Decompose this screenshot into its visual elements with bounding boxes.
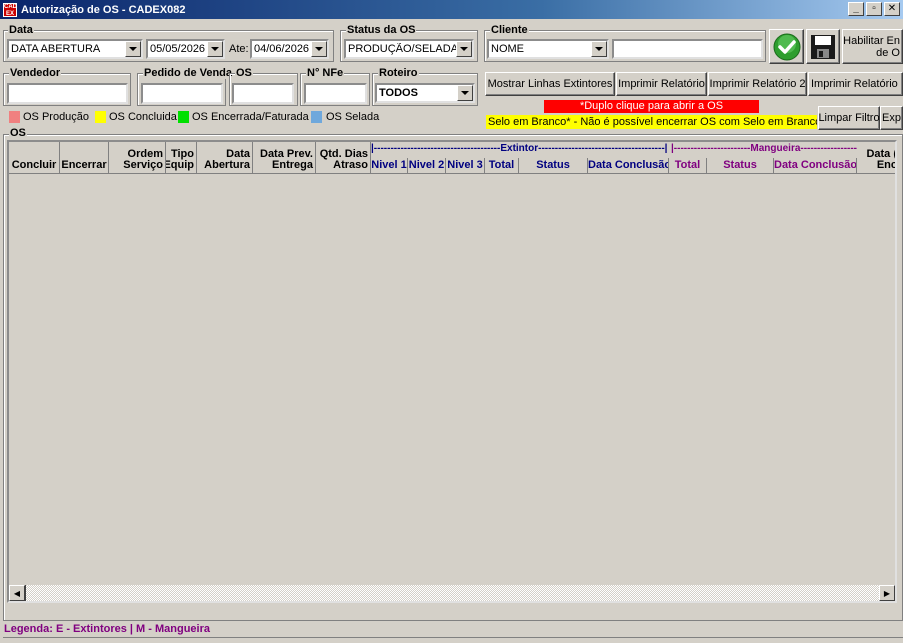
column-header[interactable]: Concluir bbox=[9, 142, 60, 173]
habilitar-button[interactable]: Habilitar En de O bbox=[842, 29, 903, 64]
scroll-right-button[interactable]: ▶ bbox=[879, 585, 895, 601]
pedido-input[interactable] bbox=[141, 83, 223, 104]
minimize-button[interactable]: _ bbox=[848, 2, 864, 16]
imprimir-relatorio-3-button[interactable]: Imprimir Relatório bbox=[808, 72, 903, 96]
extintor-column-header[interactable]: Total bbox=[485, 158, 519, 173]
column-header[interactable]: Qtd. Dias Atraso bbox=[316, 142, 371, 173]
column-header-line2: Equip bbox=[166, 159, 194, 171]
column-header-line2: Serviço bbox=[123, 159, 163, 171]
chevron-down-icon[interactable] bbox=[457, 85, 473, 101]
scroll-left-button[interactable]: ◀ bbox=[9, 585, 25, 601]
imprimir-relatorio-button[interactable]: Imprimir Relatório bbox=[616, 72, 707, 96]
roteiro-value: TODOS bbox=[379, 87, 418, 99]
extintor-column-header[interactable]: Nivel 1 bbox=[371, 158, 408, 173]
vendedor-input[interactable] bbox=[7, 83, 128, 104]
selo-notice: Selo em Branco* - Não é possível encerra… bbox=[486, 115, 817, 129]
column-header-line2: Entrega bbox=[272, 159, 313, 171]
habilitar-label: Habilitar En de O bbox=[843, 34, 900, 59]
exportar-button[interactable]: Exp bbox=[880, 106, 903, 130]
status-value: PRODUÇÃO/SELADA bbox=[348, 43, 456, 55]
scroll-thumb[interactable] bbox=[25, 585, 26, 601]
extintor-column-header[interactable]: Nivel 3 bbox=[446, 158, 485, 173]
os-grid-legend: OS bbox=[9, 127, 27, 139]
confirm-button[interactable] bbox=[769, 29, 804, 64]
chevron-down-icon[interactable] bbox=[207, 41, 223, 57]
window-title: Autorização de OS - CADEX082 bbox=[21, 3, 186, 16]
legend-swatch bbox=[178, 111, 189, 123]
footer-legenda: Legenda: E - Extintores | M - Mangueira bbox=[4, 623, 210, 635]
column-header-line2: Atraso bbox=[333, 159, 368, 171]
app-icon: CAD EX bbox=[3, 2, 17, 17]
column-header[interactable]: Data Abertura bbox=[197, 142, 253, 173]
date-to-label: Ate: bbox=[229, 43, 249, 55]
column-header-line2: Encerrar bbox=[61, 159, 107, 171]
roteiro-select[interactable]: TODOS bbox=[375, 83, 475, 103]
legend-swatch bbox=[311, 111, 322, 123]
column-header[interactable]: Ordem Serviço bbox=[109, 142, 166, 173]
os-filter-input[interactable] bbox=[232, 83, 294, 104]
os-grid[interactable]: Concluir Encerrar Ordem Serviço Tipo Equip Dat… bbox=[7, 140, 897, 603]
check-icon bbox=[773, 33, 800, 60]
column-header[interactable]: Data Prev. Entrega bbox=[253, 142, 316, 173]
date-from-picker[interactable]: 05/05/2026 bbox=[146, 39, 225, 59]
duplo-clique-notice: *Duplo clique para abrir a OS bbox=[544, 100, 759, 113]
extintor-column-header[interactable]: Data Conclusão bbox=[588, 158, 669, 173]
mostrar-linhas-button[interactable]: Mostrar Linhas Extintores bbox=[485, 72, 615, 96]
nfe-legend: N° NFe bbox=[306, 67, 345, 79]
extintor-column-header[interactable]: Status bbox=[519, 158, 588, 173]
chevron-down-icon[interactable] bbox=[125, 41, 141, 57]
data-encerramento-column-header[interactable]: Data (Enc bbox=[857, 142, 897, 173]
legend-label: OS Concluida bbox=[109, 111, 177, 123]
floppy-disk-icon bbox=[811, 34, 835, 59]
chevron-down-icon[interactable] bbox=[311, 41, 327, 57]
roteiro-legend: Roteiro bbox=[378, 67, 419, 79]
column-header-line2: Concluir bbox=[11, 159, 57, 171]
limpar-filtro-button[interactable]: Limpar Filtro bbox=[818, 106, 880, 130]
date-to-value: 04/06/2026 bbox=[254, 43, 310, 55]
date-field-value: DATA ABERTURA bbox=[11, 43, 101, 55]
imprimir-relatorio-2-button[interactable]: Imprimir Relatório 2 bbox=[708, 72, 807, 96]
column-header-line2: Enc bbox=[876, 159, 897, 171]
horizontal-scrollbar[interactable]: ◀ ▶ bbox=[9, 585, 895, 601]
chevron-down-icon[interactable] bbox=[456, 41, 472, 57]
cliente-field-value: NOME bbox=[491, 43, 524, 55]
legend-label: OS Encerrada/Faturada bbox=[192, 111, 309, 123]
column-header[interactable]: Tipo Equip bbox=[166, 142, 197, 173]
status-group-legend: Status da OS bbox=[346, 24, 417, 36]
extintor-band: |--------------------------------------E… bbox=[371, 143, 668, 154]
data-group-legend: Data bbox=[8, 24, 34, 36]
save-button[interactable] bbox=[806, 29, 840, 64]
date-to-picker[interactable]: 04/06/2026 bbox=[250, 39, 329, 59]
mangueira-column-header[interactable]: Status bbox=[707, 158, 774, 173]
status-bar bbox=[3, 637, 903, 643]
legend-swatch bbox=[95, 111, 106, 123]
os-filter-legend: OS bbox=[235, 67, 253, 79]
mangueira-column-header[interactable]: Total bbox=[669, 158, 707, 173]
legend-label: OS Selada bbox=[326, 111, 380, 123]
close-button[interactable]: ✕ bbox=[884, 2, 900, 16]
extintor-column-header[interactable]: Nivel 2 bbox=[408, 158, 446, 173]
chevron-down-icon[interactable] bbox=[591, 41, 607, 57]
date-from-value: 05/05/2026 bbox=[150, 43, 206, 55]
cliente-field-select[interactable]: NOME bbox=[487, 39, 609, 59]
date-field-select[interactable]: DATA ABERTURA bbox=[7, 39, 143, 59]
cliente-search-input[interactable] bbox=[612, 39, 763, 59]
status-select[interactable]: PRODUÇÃO/SELADA bbox=[344, 39, 474, 59]
maximize-button[interactable]: ▫ bbox=[866, 2, 882, 16]
column-header[interactable]: Encerrar bbox=[60, 142, 109, 173]
vendedor-legend: Vendedor bbox=[9, 67, 62, 79]
mangueira-column-header[interactable]: Data Conclusão bbox=[774, 158, 857, 173]
mangueira-band: |-----------------------Mangueira-------… bbox=[671, 143, 857, 154]
cliente-group-legend: Cliente bbox=[490, 24, 529, 36]
grid-header: Concluir Encerrar Ordem Serviço Tipo Equip Dat… bbox=[9, 142, 895, 174]
column-header-line2: Abertura bbox=[204, 159, 250, 171]
legend-label: OS Produção bbox=[23, 111, 90, 123]
title-bar: CAD EX Autorização de OS - CADEX082 _ ▫ … bbox=[0, 0, 903, 19]
legend-swatch bbox=[9, 111, 20, 123]
nfe-input[interactable] bbox=[304, 83, 367, 104]
pedido-legend: Pedido de Venda bbox=[143, 67, 234, 79]
